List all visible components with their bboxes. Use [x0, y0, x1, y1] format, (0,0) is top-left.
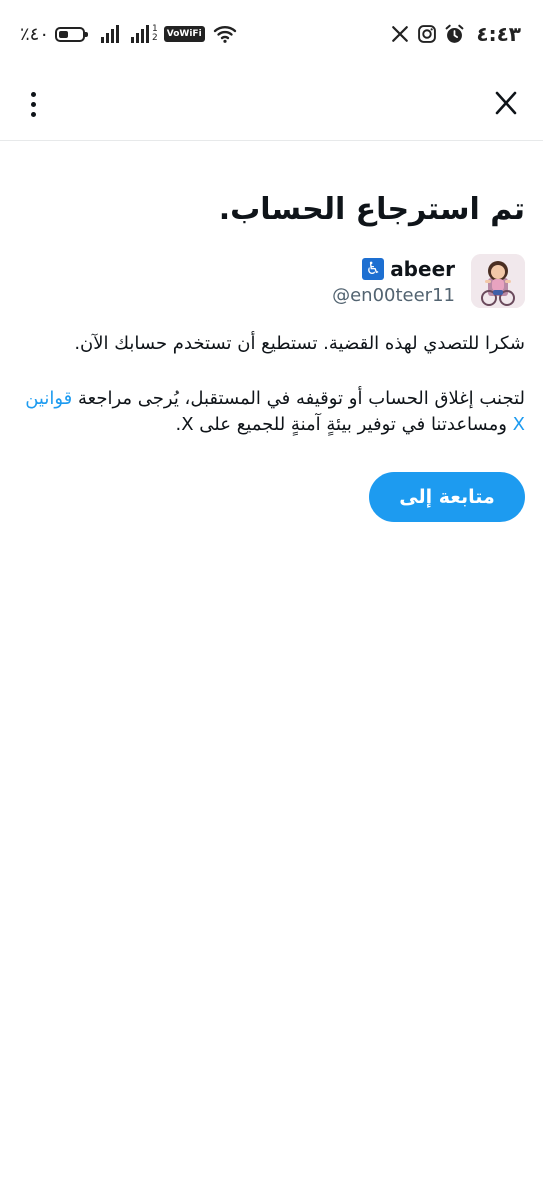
alarm-icon	[443, 23, 465, 45]
status-left-group: ٪٤٠ 12 VoWiFi	[20, 20, 237, 48]
rules-message: لتجنب إغلاق الحساب أو توقيفه في المستقبل…	[18, 386, 525, 438]
accessibility-icon: ♿	[362, 257, 385, 280]
user-name-line: abeer ♿	[332, 257, 455, 281]
continue-to-x-button[interactable]: متابعة إلى X	[369, 472, 525, 558]
clock: ٤:٤٣	[476, 22, 521, 46]
status-right-group: ٤:٤٣	[389, 20, 521, 48]
close-icon[interactable]	[491, 88, 521, 118]
battery-icon	[55, 26, 89, 42]
x-logo-icon	[389, 23, 411, 45]
signal-icon-sim2	[131, 25, 151, 43]
user-card: abeer ♿ @en00teer11	[18, 254, 525, 308]
rules-message-start: لتجنب إغلاق الحساب أو توقيفه في المستقبل…	[72, 388, 525, 409]
more-options-icon[interactable]	[20, 84, 46, 124]
battery-percent: ٪٤٠	[20, 23, 50, 45]
avatar	[471, 254, 525, 308]
wifi-icon	[213, 26, 236, 43]
confirmation-message: شكرا للتصدي لهذه القضية. تستطيع أن تستخد…	[74, 333, 525, 354]
display-name: abeer	[390, 256, 455, 281]
instagram-icon	[416, 23, 438, 45]
rules-message-end: ومساعدتنا في توفير بيئةٍ آمنةٍ للجميع عل…	[175, 414, 513, 435]
sim-indicator: 12	[152, 24, 158, 43]
user-info: abeer ♿ @en00teer11	[332, 257, 455, 306]
main-content: تم استرجاع الحساب. abeer ♿ @en00teer11 ش…	[18, 140, 525, 558]
top-nav-bar	[0, 68, 543, 141]
vowifi-badge: VoWiFi	[163, 26, 205, 42]
signal-icon	[101, 25, 121, 43]
battery-fill	[59, 30, 69, 38]
user-handle: @en00teer11	[332, 284, 455, 306]
status-bar: ٪٤٠ 12 VoWiFi ٤:٤٣	[0, 0, 543, 68]
page-title: تم استرجاع الحساب.	[218, 192, 525, 227]
